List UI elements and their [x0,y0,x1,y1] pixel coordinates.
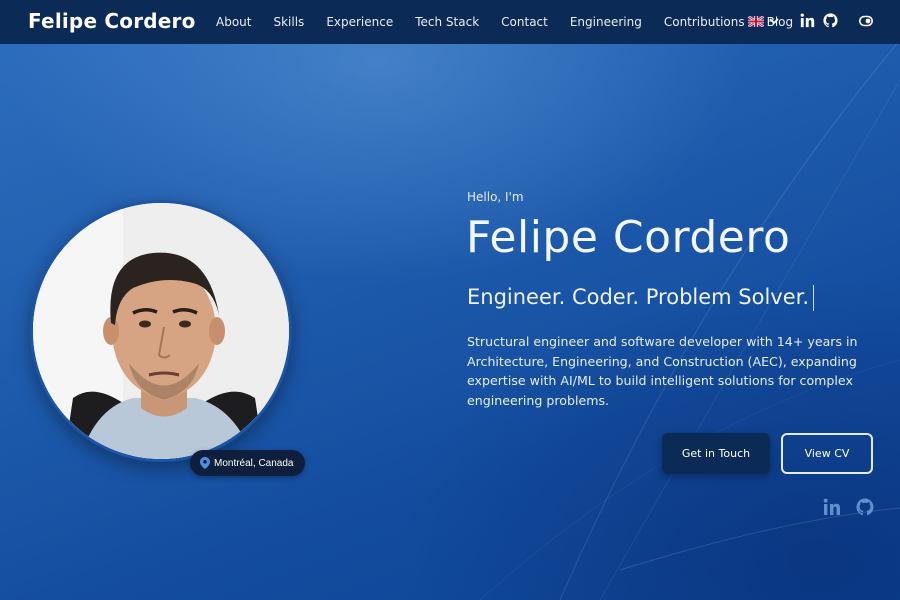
bio-text: Structural engineer and software develop… [467,334,858,408]
chevron-down-icon[interactable] [768,15,780,27]
nav-tech-stack[interactable]: Tech Stack [415,15,479,29]
hero-section: Montréal, Canada Hello, I'm Felipe Corde… [0,0,900,600]
github-icon[interactable] [856,498,874,516]
linkedin-icon[interactable] [823,498,841,516]
location-badge: Montréal, Canada [190,450,305,476]
map-pin-icon [200,457,210,469]
typing-cursor [813,285,815,311]
nav-contact[interactable]: Contact [501,15,548,29]
uk-flag-icon[interactable] [748,16,764,27]
linkedin-icon[interactable] [800,13,815,28]
navbar: Felipe Cordero About Skills Experience T… [0,0,900,44]
view-cv-button[interactable]: View CV [781,433,873,474]
brand-logo[interactable]: Felipe Cordero [28,9,196,33]
profile-photo [30,200,292,462]
theme-toggle-icon[interactable] [859,15,873,27]
get-in-touch-button[interactable]: Get in Touch [662,433,770,474]
hero-name: Felipe Cordero [466,212,791,263]
github-icon[interactable] [823,13,838,28]
nav-contributions[interactable]: Contributions [664,15,745,29]
nav-skills[interactable]: Skills [273,15,304,29]
tagline: Engineer. Coder. Problem Solver. [467,285,815,311]
nav-experience[interactable]: Experience [326,15,393,29]
nav-about[interactable]: About [216,15,251,29]
tagline-text: Engineer. Coder. Problem Solver. [467,285,810,309]
nav-engineering[interactable]: Engineering [570,15,642,29]
nav-links: About Skills Experience Tech Stack Conta… [216,0,815,44]
location-text: Montréal, Canada [214,457,294,469]
greeting: Hello, I'm [467,190,524,204]
